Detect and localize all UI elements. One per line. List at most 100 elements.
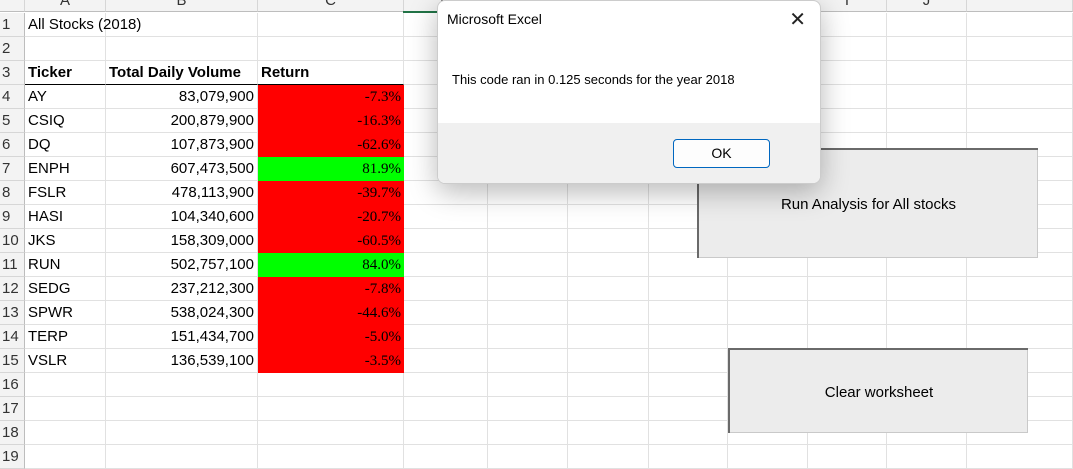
cell[interactable]: [568, 229, 649, 253]
cell[interactable]: [404, 325, 488, 349]
cell[interactable]: [568, 397, 649, 421]
row-header[interactable]: 5: [0, 109, 25, 133]
cell[interactable]: [258, 397, 404, 421]
volume-cell[interactable]: 136,539,100: [106, 349, 258, 373]
row-header[interactable]: 7: [0, 157, 25, 181]
cell[interactable]: [649, 277, 728, 301]
ticker-cell[interactable]: VSLR: [25, 349, 106, 373]
cell[interactable]: [258, 421, 404, 445]
ticker-cell[interactable]: DQ: [25, 133, 106, 157]
row-header[interactable]: 16: [0, 373, 25, 397]
row-header[interactable]: 10: [0, 229, 25, 253]
row-header[interactable]: 19: [0, 445, 25, 469]
return-cell[interactable]: -39.7%: [258, 181, 404, 205]
cell[interactable]: [106, 421, 258, 445]
cell[interactable]: [967, 301, 1073, 325]
ticker-cell[interactable]: TERP: [25, 325, 106, 349]
ticker-cell[interactable]: FSLR: [25, 181, 106, 205]
cell[interactable]: [404, 373, 488, 397]
close-icon[interactable]: ✕: [789, 7, 806, 32]
cell[interactable]: [649, 421, 728, 445]
cell[interactable]: [258, 13, 404, 37]
cell[interactable]: [887, 37, 967, 61]
volume-cell[interactable]: 83,079,900: [106, 85, 258, 109]
cell[interactable]: [967, 13, 1073, 37]
cell[interactable]: [106, 13, 258, 37]
row-header[interactable]: 12: [0, 277, 25, 301]
cell[interactable]: [967, 445, 1073, 469]
cell[interactable]: [568, 181, 649, 205]
cell[interactable]: [106, 445, 258, 469]
column-header[interactable]: A: [25, 0, 106, 12]
cell[interactable]: [887, 61, 967, 85]
cell[interactable]: [808, 301, 887, 325]
column-header[interactable]: C: [258, 0, 404, 12]
cell[interactable]: [404, 253, 488, 277]
return-cell[interactable]: -16.3%: [258, 109, 404, 133]
cell[interactable]: [568, 421, 649, 445]
cell[interactable]: [404, 229, 488, 253]
cell[interactable]: [649, 373, 728, 397]
cell[interactable]: [488, 325, 568, 349]
return-cell[interactable]: -7.3%: [258, 85, 404, 109]
cell[interactable]: [404, 301, 488, 325]
row-header[interactable]: 4: [0, 85, 25, 109]
cell[interactable]: [488, 397, 568, 421]
cell[interactable]: [488, 229, 568, 253]
cell[interactable]: [728, 445, 808, 469]
cell[interactable]: [25, 37, 106, 61]
cell[interactable]: [967, 37, 1073, 61]
cell[interactable]: [808, 277, 887, 301]
row-header[interactable]: 13: [0, 301, 25, 325]
return-cell[interactable]: -60.5%: [258, 229, 404, 253]
cell[interactable]: [887, 301, 967, 325]
volume-cell[interactable]: 237,212,300: [106, 277, 258, 301]
cell[interactable]: [887, 445, 967, 469]
ticker-cell[interactable]: AY: [25, 85, 106, 109]
column-title-cell[interactable]: Ticker: [25, 61, 106, 85]
volume-cell[interactable]: 107,873,900: [106, 133, 258, 157]
cell[interactable]: [728, 325, 808, 349]
cell[interactable]: [106, 373, 258, 397]
cell[interactable]: [25, 421, 106, 445]
volume-cell[interactable]: 538,024,300: [106, 301, 258, 325]
cell[interactable]: [808, 445, 887, 469]
cell[interactable]: [649, 301, 728, 325]
volume-cell[interactable]: 502,757,100: [106, 253, 258, 277]
cell[interactable]: [404, 445, 488, 469]
cell[interactable]: [488, 349, 568, 373]
ticker-cell[interactable]: ENPH: [25, 157, 106, 181]
cell[interactable]: [887, 85, 967, 109]
cell[interactable]: [887, 277, 967, 301]
row-header[interactable]: 6: [0, 133, 25, 157]
ok-button[interactable]: OK: [673, 139, 770, 168]
column-title-cell[interactable]: Total Daily Volume: [106, 61, 258, 85]
return-cell[interactable]: -3.5%: [258, 349, 404, 373]
row-header[interactable]: 9: [0, 205, 25, 229]
cell[interactable]: [568, 325, 649, 349]
cell[interactable]: [887, 13, 967, 37]
row-header[interactable]: 3: [0, 61, 25, 85]
cell[interactable]: [568, 277, 649, 301]
volume-cell[interactable]: 200,879,900: [106, 109, 258, 133]
volume-cell[interactable]: 104,340,600: [106, 205, 258, 229]
cell[interactable]: [967, 277, 1073, 301]
column-header[interactable]: [967, 0, 1073, 12]
cell[interactable]: [568, 205, 649, 229]
row-header[interactable]: 8: [0, 181, 25, 205]
cell[interactable]: [568, 349, 649, 373]
cell[interactable]: [25, 445, 106, 469]
cell[interactable]: [488, 277, 568, 301]
cell[interactable]: [649, 397, 728, 421]
cell[interactable]: [649, 349, 728, 373]
ticker-cell[interactable]: CSIQ: [25, 109, 106, 133]
cell[interactable]: [568, 301, 649, 325]
cell[interactable]: [404, 277, 488, 301]
cell[interactable]: [404, 397, 488, 421]
clear-worksheet-button[interactable]: Clear worksheet: [728, 348, 1028, 433]
cell[interactable]: [728, 301, 808, 325]
cell[interactable]: [258, 373, 404, 397]
cell[interactable]: [488, 421, 568, 445]
row-header[interactable]: 2: [0, 37, 25, 61]
return-cell[interactable]: -7.8%: [258, 277, 404, 301]
